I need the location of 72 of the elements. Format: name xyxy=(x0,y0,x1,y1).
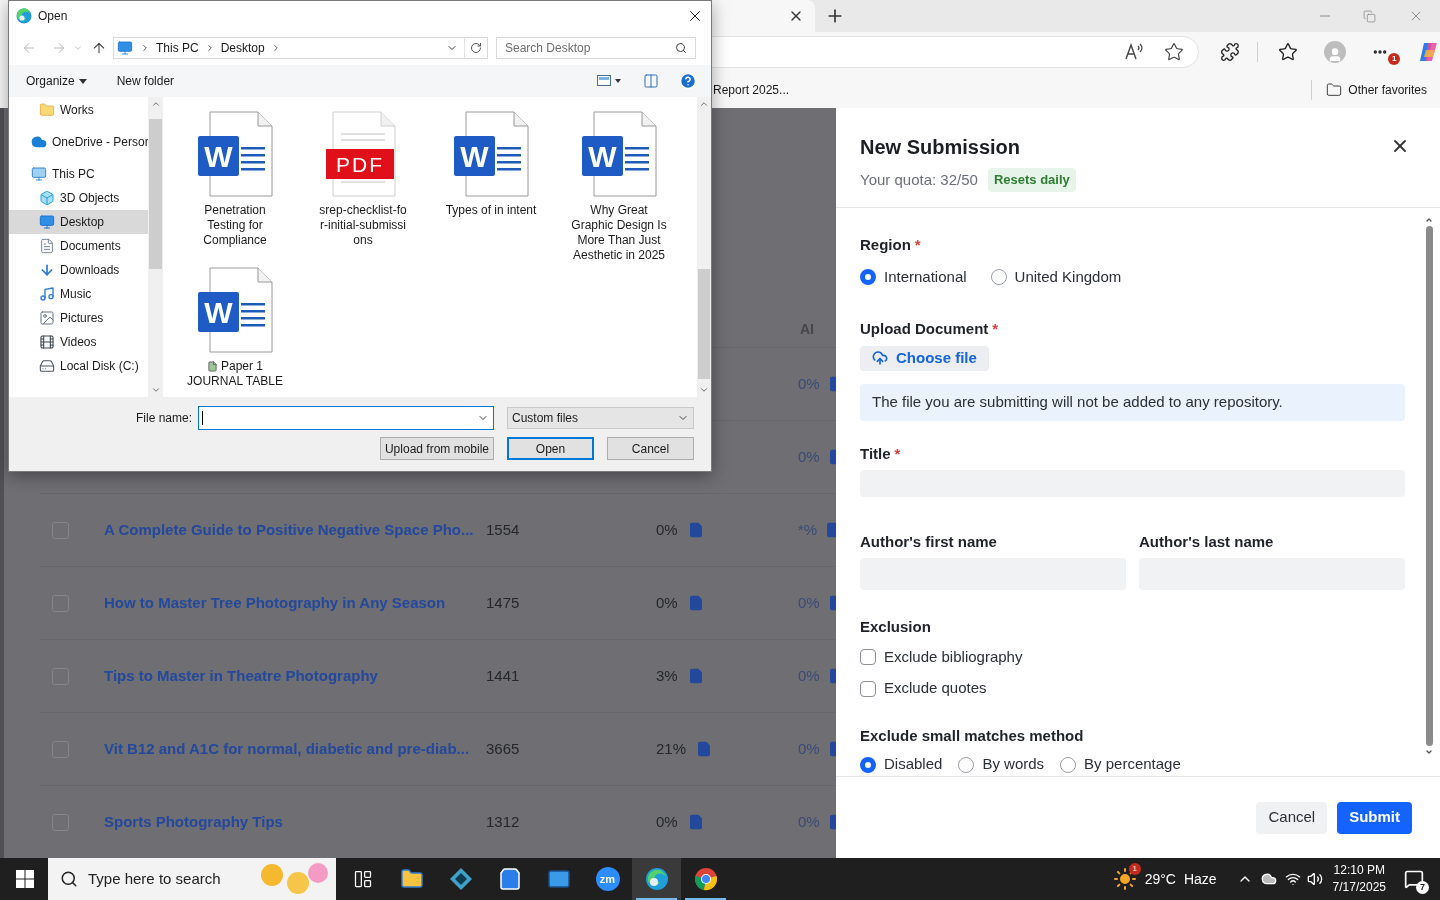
word-count: 1312 xyxy=(486,813,520,830)
checkbox-label: Exclude bibliography xyxy=(884,647,1023,667)
notification-badge: 1 xyxy=(1388,53,1401,65)
required-mark: * xyxy=(914,235,921,255)
favorite-link[interactable]: Report 2025... xyxy=(713,81,790,99)
field-label: Exclusion xyxy=(860,617,931,638)
temperature: 29°C xyxy=(1144,869,1176,889)
file-item[interactable]: W Paper 1 JOURNAL TABLE xyxy=(171,267,299,389)
nav-tree-item[interactable]: Local Disk (C:) xyxy=(9,354,148,378)
ai-score: *% xyxy=(798,519,818,540)
quota-badge: Resets daily xyxy=(987,168,1076,192)
notification-count: 7 xyxy=(1416,881,1429,894)
field-label: Author's last name xyxy=(1139,532,1274,552)
word-count: 1475 xyxy=(486,594,520,611)
nav-tree-item[interactable]: OneDrive - Persor xyxy=(9,130,148,154)
dialog-button[interactable]: Open xyxy=(507,437,594,460)
radio-label: By words xyxy=(982,754,1045,775)
field-label: Exclude small matches method xyxy=(860,726,1084,746)
similarity-score: 0% xyxy=(656,519,678,540)
weather-condition: Haze xyxy=(1183,869,1217,889)
required-mark: * xyxy=(992,319,999,339)
nav-tree-item[interactable]: Downloads xyxy=(9,258,148,282)
radio-label: International xyxy=(884,266,967,287)
nav-tree-item[interactable]: Music xyxy=(9,282,148,306)
field-label: Upload Document xyxy=(860,319,989,339)
file-item[interactable]: W Why Great Graphic Design Is More Than Just Aesthetic in 2025 xyxy=(555,111,683,263)
search-field[interactable]: Search Desktop xyxy=(496,37,696,59)
field-label: Author's first name xyxy=(860,532,997,552)
nav-tree-item[interactable]: Works xyxy=(9,98,148,122)
dialog-button[interactable]: Upload from mobile xyxy=(379,437,494,460)
file-item[interactable]: PDF srep-checklist-fo r-initial-submissi ons xyxy=(299,111,427,263)
breadcrumb-item[interactable]: This PC xyxy=(156,39,199,57)
drawer-title: New Submission xyxy=(860,135,1022,160)
file-item[interactable]: W Types of in intent xyxy=(427,111,555,263)
checkbox-label: Exclude quotes xyxy=(884,678,987,699)
submit-button[interactable]: Submit xyxy=(1337,801,1412,834)
weather-badge: 1 xyxy=(1128,863,1141,875)
file-name-label: File name: xyxy=(134,410,192,427)
required-mark: * xyxy=(894,443,901,464)
organize-menu[interactable]: Organize xyxy=(26,72,87,90)
field-label: Region xyxy=(860,235,911,255)
dialog-button[interactable]: Cancel xyxy=(607,437,694,460)
dialog-title: Open xyxy=(38,8,68,25)
address-field[interactable]: This PC Desktop xyxy=(113,37,488,59)
taskbar-search-field[interactable]: Type here to search xyxy=(48,858,336,900)
nav-tree-item[interactable]: 3D Objects xyxy=(9,186,148,210)
clock[interactable]: 12:10 PM 7/17/2025 xyxy=(1332,862,1386,896)
field-label: Title xyxy=(860,443,891,464)
new-folder-button[interactable]: New folder xyxy=(116,72,175,90)
nav-tree-item[interactable]: Pictures xyxy=(9,306,148,330)
word-count: 1441 xyxy=(486,667,520,684)
radio-label: By percentage xyxy=(1084,754,1181,775)
info-notice: The file you are submitting will not be added to any repository. xyxy=(860,384,1405,421)
word-count: 1554 xyxy=(486,521,520,538)
cancel-button[interactable]: Cancel xyxy=(1256,801,1328,834)
nav-tree-item[interactable]: Videos xyxy=(9,330,148,354)
radio-label: United Kingdom xyxy=(1014,266,1122,287)
quota-text: Your quota: 32/50 xyxy=(860,169,978,190)
similarity-score: 0% xyxy=(656,811,678,832)
similarity-score: 0% xyxy=(656,592,678,613)
similarity-score: 21% xyxy=(656,738,687,759)
file-type-select[interactable]: Custom files xyxy=(507,407,694,429)
nav-tree-item[interactable]: This PC xyxy=(9,162,148,186)
similarity-score: 3% xyxy=(656,665,678,686)
breadcrumb-item[interactable]: Desktop xyxy=(220,39,265,57)
other-favorites-folder[interactable]: Other favorites xyxy=(1326,81,1427,99)
nav-tree-item[interactable]: Desktop xyxy=(9,210,148,234)
choose-file-button[interactable]: Choose file xyxy=(860,345,989,372)
radio-label: Disabled xyxy=(884,754,943,775)
file-item[interactable]: W Penetration Testing for Compliance xyxy=(171,111,299,263)
word-count: 3665 xyxy=(486,740,520,757)
nav-tree-item[interactable]: Documents xyxy=(9,234,148,258)
